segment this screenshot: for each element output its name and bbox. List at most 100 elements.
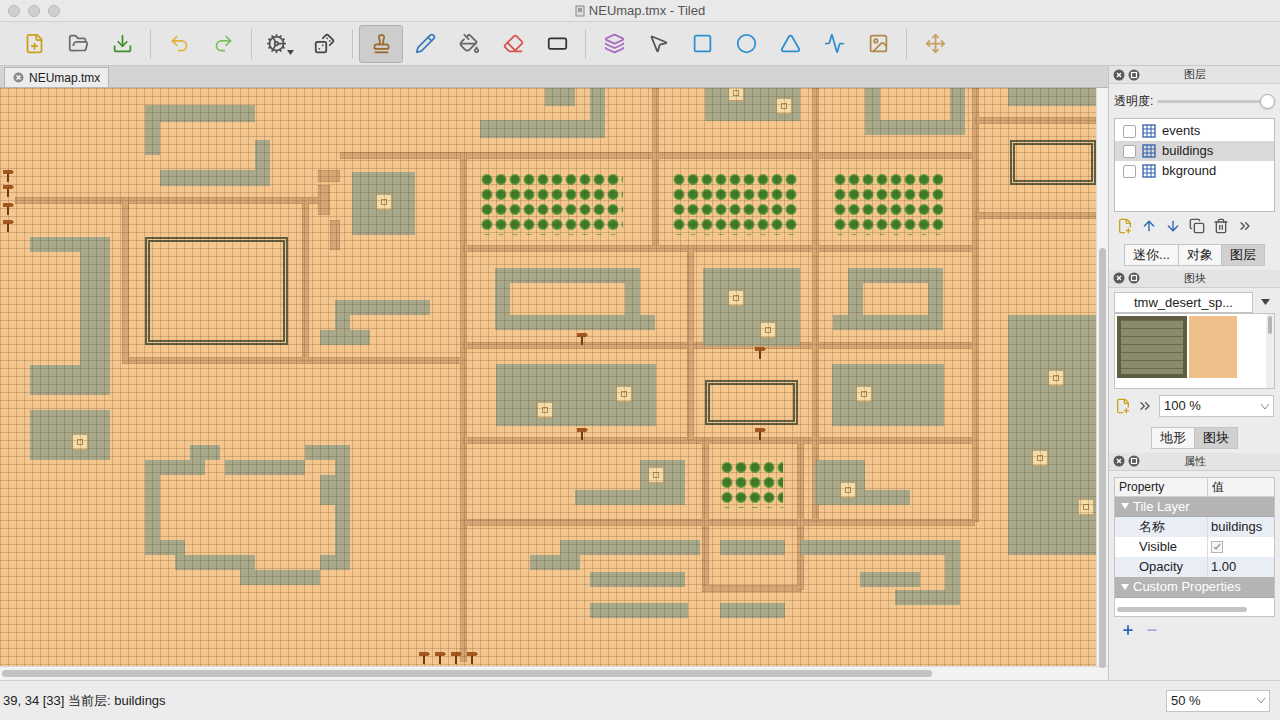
close-dock-icon[interactable] bbox=[1113, 455, 1125, 467]
vertical-scrollbar[interactable] bbox=[1096, 88, 1108, 666]
building-area bbox=[320, 330, 370, 345]
panel-tab[interactable]: 地形 bbox=[1151, 427, 1195, 449]
tool-button[interactable] bbox=[56, 25, 100, 63]
tool-button[interactable] bbox=[592, 25, 636, 63]
layer-row[interactable]: bkground bbox=[1115, 161, 1274, 181]
tool-button[interactable] bbox=[100, 25, 144, 63]
tool-button[interactable] bbox=[491, 25, 535, 63]
tool-button[interactable] bbox=[535, 25, 579, 63]
property-row[interactable]: Visible bbox=[1115, 537, 1274, 557]
document-tab[interactable]: NEUmap.tmx bbox=[4, 67, 109, 87]
add-property-icon[interactable] bbox=[1121, 623, 1135, 637]
property-group[interactable]: Tile Layer bbox=[1115, 497, 1274, 518]
panel-tab[interactable]: 对象 bbox=[1179, 244, 1222, 266]
building-area bbox=[832, 364, 944, 426]
expanded-icon bbox=[1121, 502, 1129, 510]
map-canvas[interactable] bbox=[0, 88, 1096, 666]
tool-button[interactable] bbox=[403, 25, 447, 63]
tool-button[interactable] bbox=[724, 25, 768, 63]
tile-layer-icon bbox=[1142, 124, 1156, 138]
properties-table: Property值Tile Layer名称buildingsVisibleOpa… bbox=[1114, 477, 1275, 617]
command-icon bbox=[266, 33, 287, 54]
close-tab-icon[interactable] bbox=[13, 72, 24, 83]
window-button[interactable] bbox=[48, 5, 60, 17]
document-tab-bar: NEUmap.tmx bbox=[0, 66, 1108, 88]
tool-button[interactable] bbox=[201, 25, 245, 63]
opacity-slider[interactable] bbox=[1157, 93, 1275, 109]
float-dock-icon[interactable] bbox=[1128, 69, 1140, 81]
tileset-tab[interactable]: tmw_desert_sp... bbox=[1114, 292, 1253, 314]
building-area bbox=[560, 540, 700, 555]
new-tileset-icon[interactable] bbox=[1115, 398, 1131, 414]
signpost-icon bbox=[1, 218, 15, 232]
property-group[interactable]: Custom Properties bbox=[1115, 577, 1274, 598]
layer-row[interactable]: buildings bbox=[1115, 141, 1274, 161]
horizontal-scrollbar[interactable] bbox=[0, 666, 1108, 680]
window-button[interactable] bbox=[8, 5, 20, 17]
remove-property-icon[interactable] bbox=[1145, 623, 1159, 637]
float-dock-icon[interactable] bbox=[1128, 455, 1140, 467]
tool-button[interactable] bbox=[636, 25, 680, 63]
dock-title: 图层 bbox=[1143, 66, 1276, 83]
more-icon[interactable] bbox=[1237, 218, 1253, 234]
toolbar-separator bbox=[906, 29, 907, 59]
window-button[interactable] bbox=[28, 5, 40, 17]
toolbar-separator bbox=[585, 29, 586, 59]
delete-layer-icon[interactable] bbox=[1213, 218, 1229, 234]
new-layer-icon[interactable] bbox=[1117, 218, 1133, 234]
tool-button[interactable] bbox=[856, 25, 900, 63]
road bbox=[463, 437, 975, 444]
tool-button[interactable] bbox=[680, 25, 724, 63]
building-area bbox=[625, 268, 640, 318]
tool-button[interactable] bbox=[302, 25, 346, 63]
signpost-icon bbox=[433, 650, 447, 664]
tool-button[interactable] bbox=[447, 25, 491, 63]
table-header: Property值 bbox=[1115, 478, 1274, 497]
tool-button[interactable] bbox=[12, 25, 56, 63]
raise-layer-icon[interactable] bbox=[1141, 218, 1157, 234]
tool-button[interactable] bbox=[913, 25, 957, 63]
building-area bbox=[720, 603, 785, 618]
road bbox=[122, 197, 129, 364]
road bbox=[463, 245, 975, 252]
layer-row[interactable]: events bbox=[1115, 121, 1274, 141]
road bbox=[318, 185, 330, 215]
building-area bbox=[145, 105, 255, 122]
panel-tab[interactable]: 迷你... bbox=[1124, 244, 1179, 266]
layer-visible-checkbox[interactable] bbox=[1123, 145, 1136, 158]
property-row[interactable]: Opacity1.00 bbox=[1115, 557, 1274, 577]
object-marker bbox=[72, 434, 88, 450]
layer-visible-checkbox[interactable] bbox=[1123, 165, 1136, 178]
road bbox=[975, 117, 1096, 124]
walled-yard bbox=[1010, 140, 1096, 185]
signpost-icon bbox=[465, 650, 479, 664]
tile-grid bbox=[0, 88, 1096, 666]
zoom-combo[interactable]: 50 % bbox=[1166, 690, 1270, 712]
close-dock-icon[interactable] bbox=[1113, 272, 1125, 284]
close-dock-icon[interactable] bbox=[1113, 69, 1125, 81]
float-dock-icon[interactable] bbox=[1128, 272, 1140, 284]
lower-layer-icon[interactable] bbox=[1165, 218, 1181, 234]
panel-tab[interactable]: 图块 bbox=[1195, 427, 1238, 449]
layer-buttons bbox=[1109, 214, 1280, 238]
tool-button[interactable] bbox=[157, 25, 201, 63]
properties-scrollbar[interactable] bbox=[1117, 606, 1272, 614]
tool-button[interactable] bbox=[768, 25, 812, 63]
building-area bbox=[833, 315, 943, 330]
tileset-zoom-combo[interactable]: 100 % bbox=[1159, 395, 1274, 417]
building-area bbox=[320, 555, 350, 570]
property-checkbox[interactable] bbox=[1211, 541, 1223, 553]
tool-button[interactable] bbox=[359, 25, 403, 63]
duplicate-layer-icon[interactable] bbox=[1189, 218, 1205, 234]
building-area bbox=[815, 490, 910, 505]
property-row[interactable]: 名称buildings bbox=[1115, 517, 1274, 537]
tileset-view[interactable] bbox=[1114, 313, 1275, 389]
more-icon[interactable] bbox=[1137, 398, 1153, 414]
toolbar-separator bbox=[251, 29, 252, 59]
layer-visible-checkbox[interactable] bbox=[1123, 125, 1136, 138]
tool-button[interactable] bbox=[812, 25, 856, 63]
chevron-down-icon bbox=[1257, 698, 1265, 703]
panel-tab[interactable]: 图层 bbox=[1222, 244, 1265, 266]
tileset-menu-button[interactable] bbox=[1255, 292, 1275, 312]
tool-button[interactable] bbox=[258, 25, 302, 63]
